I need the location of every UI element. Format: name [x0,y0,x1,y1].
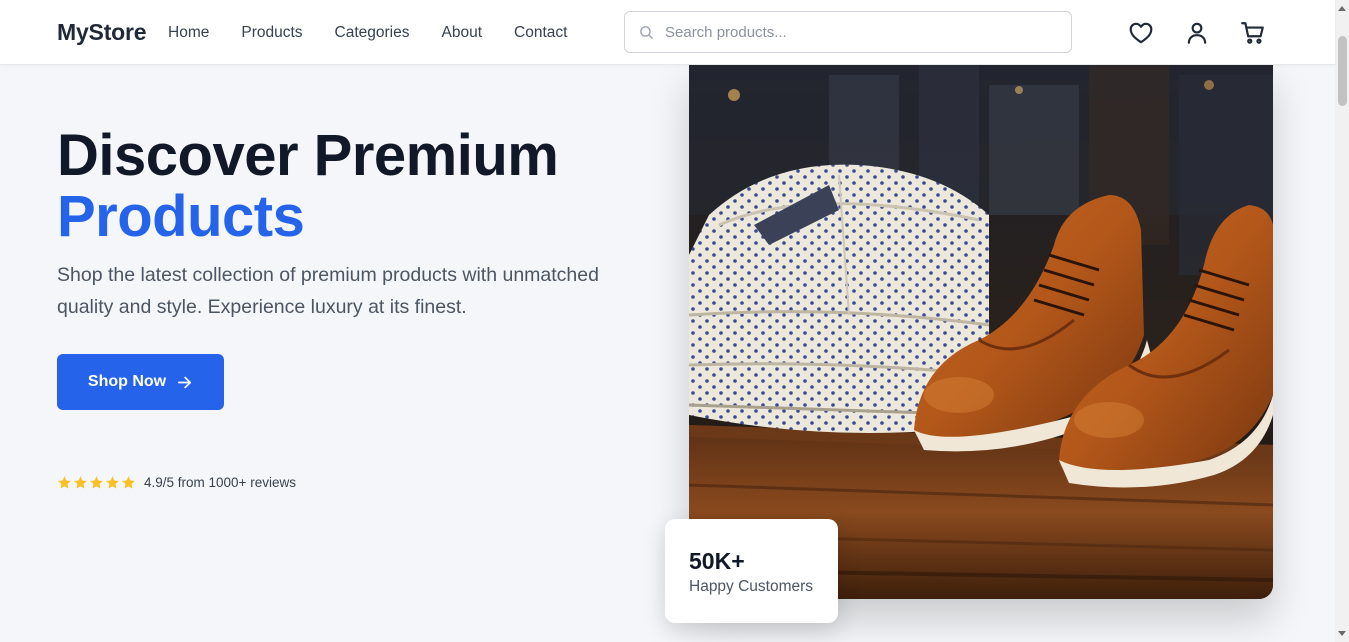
page-scrollbar[interactable] [1335,0,1349,642]
store-logo[interactable]: MyStore [57,19,147,46]
scrollbar-thumb[interactable] [1338,36,1347,106]
scroll-down-arrow-icon[interactable] [1338,631,1346,636]
star-icon [122,476,135,489]
customers-stat-card: 50K+ Happy Customers [665,519,838,623]
user-icon[interactable] [1184,20,1210,46]
scroll-up-arrow-icon[interactable] [1338,6,1346,11]
customers-stat-value: 50K+ [689,548,745,574]
star-icon [106,476,119,489]
nav-link-contact[interactable]: Contact [514,23,567,43]
customers-stat-label: Happy Customers [689,578,814,595]
heart-icon[interactable] [1128,20,1154,46]
hero-subtitle: Shop the latest collection of premium pr… [57,264,599,318]
search-box [624,11,1072,53]
search-icon [640,26,653,39]
search-input[interactable] [665,12,1065,52]
hero-title: Discover Premium Products [57,123,559,249]
rating-summary: 4.9/5 from 1000+ reviews [57,475,296,490]
site-header: MyStore Home Products Categories About C… [0,0,1335,65]
main-nav: Home Products Categories About Contact [168,23,599,43]
nav-link-home[interactable]: Home [168,23,209,43]
nav-link-about[interactable]: About [442,23,483,43]
shop-now-button[interactable]: Shop Now [57,354,224,410]
star-icon [74,476,87,489]
arrow-right-icon [178,376,192,388]
nav-link-products[interactable]: Products [241,23,302,43]
shop-now-label: Shop Now [87,373,167,390]
star-icon [90,476,103,489]
hero-title-accent: Products [57,184,305,249]
cart-icon[interactable] [1240,20,1266,46]
rating-text: 4.9/5 from 1000+ reviews [144,475,296,490]
rating-stars [57,475,136,490]
hero-title-line1: Discover Premium [57,123,559,188]
nav-link-categories[interactable]: Categories [335,23,410,43]
star-icon [58,476,71,489]
